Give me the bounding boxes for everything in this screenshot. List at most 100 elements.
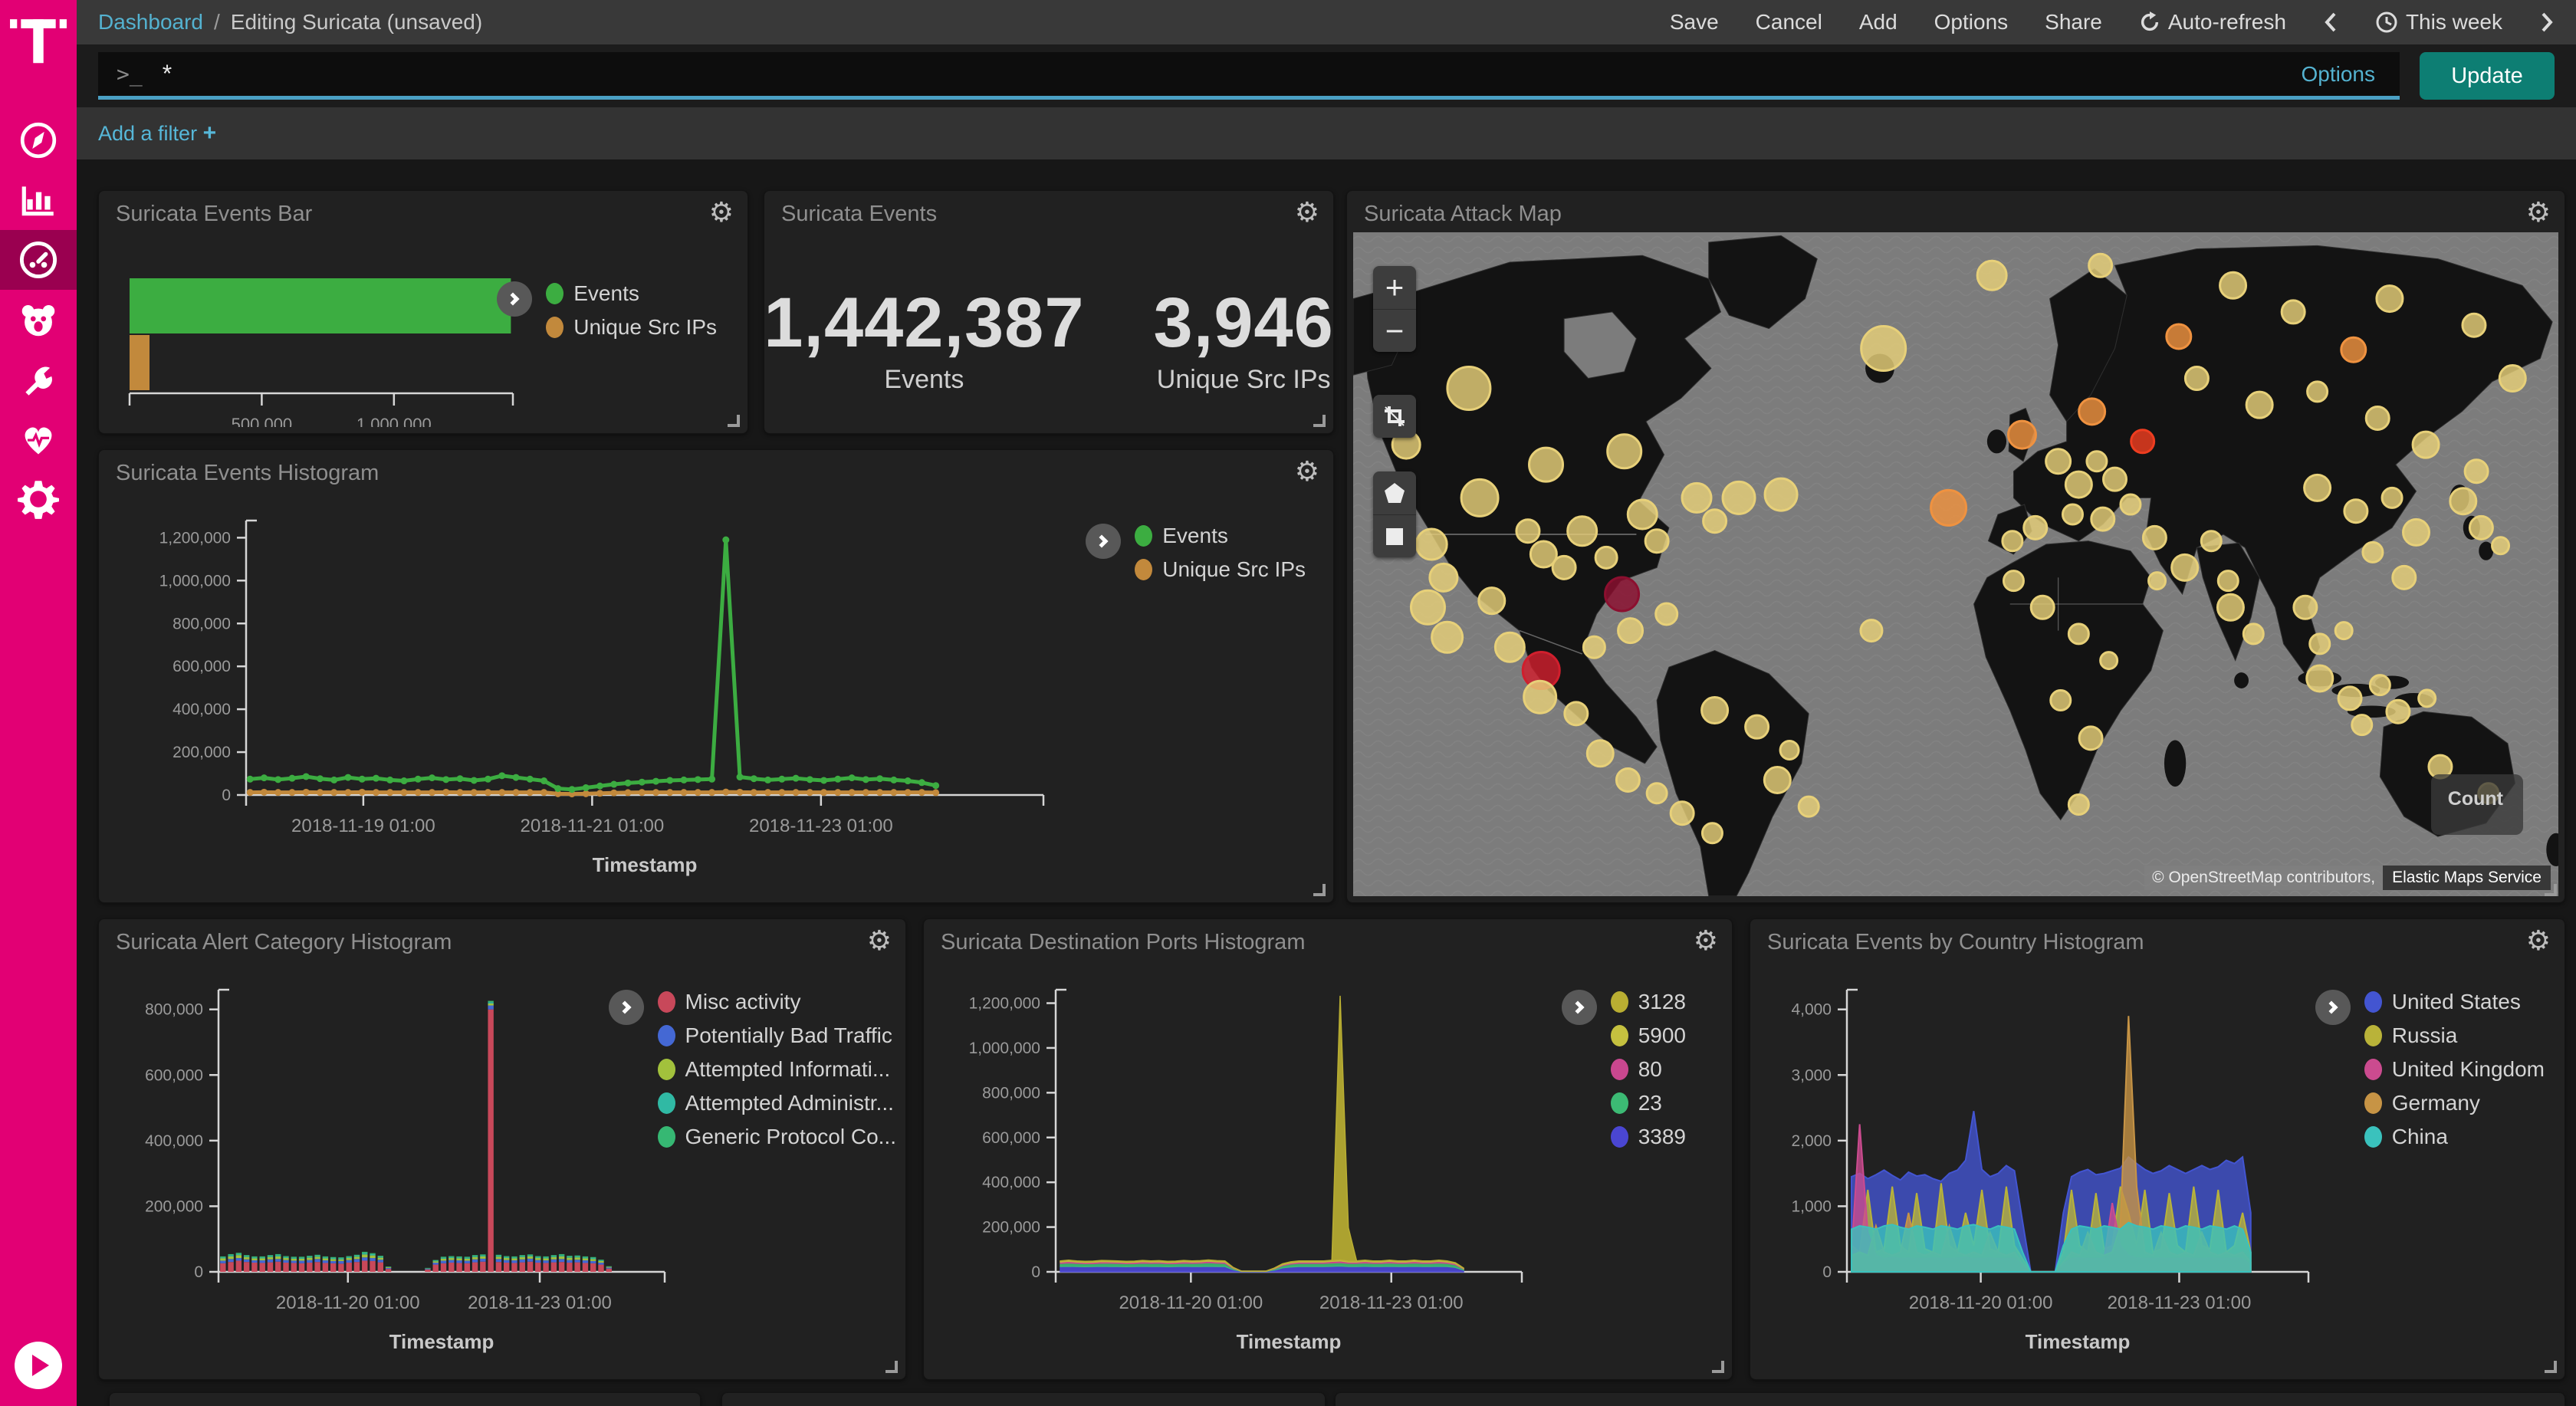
attack-bubble[interactable] (2065, 471, 2091, 498)
attack-bubble[interactable] (1461, 479, 1498, 516)
legend-expand-button[interactable] (609, 990, 644, 1025)
resize-handle[interactable] (1313, 415, 1326, 427)
attack-bubble[interactable] (2370, 675, 2390, 695)
legend-item[interactable]: Misc activity (658, 990, 896, 1014)
cancel-button[interactable]: Cancel (1756, 10, 1822, 34)
attack-bubble[interactable] (2246, 392, 2272, 418)
panel-gear-icon[interactable]: ⚙ (709, 199, 734, 226)
attack-bubble[interactable] (1931, 490, 1967, 525)
attack-bubble[interactable] (2344, 500, 2367, 523)
legend-item[interactable]: China (2364, 1125, 2545, 1149)
attack-bubble[interactable] (1647, 783, 1667, 803)
attack-bubble[interactable] (2338, 687, 2361, 710)
panel-gear-icon[interactable]: ⚙ (867, 927, 892, 954)
elastic-maps-attribution[interactable]: Elastic Maps Service (2383, 866, 2551, 890)
legend-item[interactable]: Generic Protocol Co... (658, 1125, 896, 1149)
update-button[interactable]: Update (2420, 52, 2555, 100)
attack-bubble[interactable] (2352, 715, 2372, 735)
attack-bubble[interactable] (2046, 449, 2071, 474)
legend-item[interactable]: Russia (2364, 1023, 2545, 1048)
panel-gear-icon[interactable]: ⚙ (2526, 927, 2551, 954)
legend-item[interactable]: United States (2364, 990, 2545, 1014)
attack-bubble[interactable] (1565, 702, 1588, 725)
attack-bubble[interactable] (1605, 577, 1639, 611)
attack-bubble[interactable] (2149, 573, 2166, 590)
time-back-button[interactable] (2323, 11, 2338, 34)
legend-expand-button[interactable] (497, 281, 532, 317)
attack-bubble[interactable] (2413, 432, 2439, 458)
map-fit-bounds-button[interactable] (1373, 395, 1416, 438)
save-button[interactable]: Save (1670, 10, 1719, 34)
attack-bubble[interactable] (1587, 741, 1613, 767)
attack-bubble[interactable] (2091, 508, 2114, 531)
attack-bubble[interactable] (2282, 301, 2305, 324)
attack-bubble[interactable] (2465, 460, 2488, 483)
attack-bubble[interactable] (1682, 483, 1711, 512)
legend-item[interactable]: United Kingdom (2364, 1057, 2545, 1082)
attack-bubble[interactable] (2087, 452, 2107, 471)
attack-bubble[interactable] (2003, 531, 2022, 551)
attack-bubble[interactable] (1618, 619, 1643, 643)
attack-bubble[interactable] (1495, 632, 1524, 662)
attack-bubble[interactable] (1479, 588, 1505, 614)
legend-item[interactable]: Potentially Bad Traffic (658, 1023, 896, 1048)
attack-bubble[interactable] (2008, 421, 2036, 448)
legend-item[interactable]: Unique Src IPs (546, 315, 717, 340)
legend-item[interactable]: 5900 (1611, 1023, 1686, 1048)
attack-bubble[interactable] (2079, 399, 2105, 425)
attack-bubble[interactable] (1616, 768, 1639, 791)
attack-bubble[interactable] (1432, 622, 1463, 652)
attack-bubble[interactable] (2051, 691, 2071, 711)
attack-bubble[interactable] (2068, 624, 2088, 644)
attack-bubble[interactable] (1430, 563, 1457, 591)
attack-bubble[interactable] (1608, 435, 1641, 468)
attack-bubble[interactable] (2307, 665, 2333, 692)
add-filter-link[interactable]: Add a filter + (98, 120, 216, 146)
legend-item[interactable]: 80 (1611, 1057, 1686, 1082)
attack-bubble[interactable] (2463, 314, 2486, 337)
legend-expand-button[interactable] (2315, 990, 2351, 1025)
attack-bubble[interactable] (2217, 594, 2243, 620)
attack-bubble[interactable] (1746, 715, 1769, 738)
resize-handle[interactable] (1313, 884, 1326, 896)
attack-bubble[interactable] (2404, 519, 2430, 545)
attack-bubble[interactable] (1645, 530, 1668, 553)
map-zoom-out-button[interactable]: − (1373, 309, 1416, 352)
resize-handle[interactable] (886, 1361, 898, 1373)
attack-bubble[interactable] (2382, 488, 2402, 508)
attack-bubble[interactable] (2294, 596, 2317, 619)
attack-bubble[interactable] (2387, 700, 2410, 723)
attack-bubble[interactable] (2121, 494, 2141, 514)
attack-bubble[interactable] (2143, 526, 2166, 549)
tmobile-logo[interactable] (0, 0, 77, 80)
attack-bubble[interactable] (1861, 620, 1882, 642)
time-forward-button[interactable] (2539, 11, 2555, 34)
attack-bubble[interactable] (2172, 554, 2198, 580)
attack-bubble[interactable] (1977, 261, 2006, 290)
attack-bubble[interactable] (2450, 488, 2476, 514)
query-value[interactable]: * (163, 60, 2302, 88)
legend-expand-button[interactable] (1562, 990, 1597, 1025)
share-button[interactable]: Share (2045, 10, 2102, 34)
sidebar-item-dashboard[interactable] (0, 230, 77, 290)
panel-gear-icon[interactable]: ⚙ (1295, 458, 1319, 485)
attack-bubble[interactable] (2469, 516, 2492, 539)
attack-bubble[interactable] (2308, 382, 2328, 402)
attack-bubble[interactable] (2062, 504, 2082, 524)
osm-attribution[interactable]: © OpenStreetMap contributors, (2144, 866, 2383, 890)
add-button[interactable]: Add (1859, 10, 1898, 34)
attack-bubble[interactable] (2243, 624, 2263, 644)
attack-bubble[interactable] (2335, 623, 2352, 639)
sidebar-expand-button[interactable] (15, 1342, 62, 1389)
attack-bubble[interactable] (2024, 516, 2047, 539)
resize-handle[interactable] (1712, 1361, 1724, 1373)
auto-refresh-button[interactable]: Auto-refresh (2139, 10, 2286, 34)
attack-bubble[interactable] (1704, 510, 1727, 533)
sidebar-item-monitoring[interactable] (0, 409, 77, 469)
attack-bubble[interactable] (2220, 272, 2246, 298)
attack-bubble[interactable] (1702, 698, 1728, 724)
attack-bubble[interactable] (2492, 537, 2509, 554)
attack-bubble[interactable] (1765, 478, 1797, 511)
attack-bubble[interactable] (1861, 327, 1906, 371)
attack-bubble[interactable] (1656, 603, 1677, 625)
